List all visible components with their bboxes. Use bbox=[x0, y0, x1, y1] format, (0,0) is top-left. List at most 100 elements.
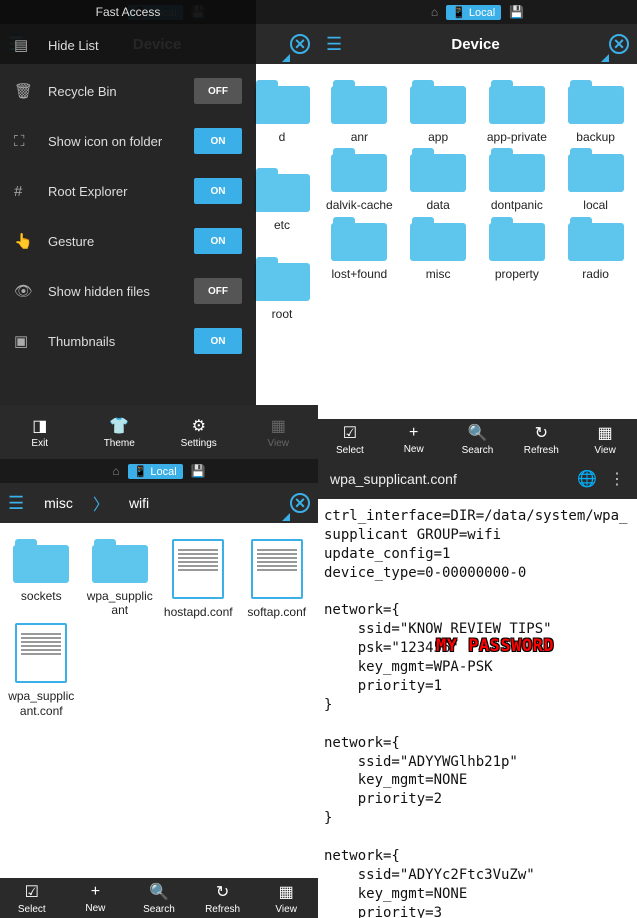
password-badge: MY PASSWORD bbox=[436, 635, 554, 658]
folder-icon bbox=[331, 80, 387, 124]
toggle[interactable]: ON bbox=[194, 178, 242, 204]
folder-label: property bbox=[495, 267, 539, 281]
gear-icon: ⚙ bbox=[192, 416, 206, 436]
panel-title: Fast Access bbox=[0, 0, 256, 24]
folder-label: radio bbox=[582, 267, 609, 281]
file-content[interactable]: ctrl_interface=DIR=/data/system/wpa_supp… bbox=[318, 499, 637, 918]
settings-button[interactable]: ⚙Settings bbox=[159, 405, 239, 459]
folder-item[interactable]: app-private bbox=[480, 80, 555, 144]
folder-item[interactable]: wpa_supplicant bbox=[83, 539, 158, 619]
menu-icon[interactable]: ☰ bbox=[326, 34, 342, 55]
globe-icon[interactable]: 🌐 bbox=[577, 469, 597, 489]
folder-label: lost+found bbox=[332, 267, 388, 281]
hidden-files-item[interactable]: 👁 Show hidden files OFF bbox=[0, 266, 256, 316]
root-explorer-item[interactable]: # Root Explorer ON bbox=[0, 166, 256, 216]
root-icon: # bbox=[14, 183, 34, 200]
toggle[interactable]: OFF bbox=[194, 278, 242, 304]
folder-icon bbox=[254, 168, 310, 212]
folder-item[interactable]: local bbox=[558, 148, 633, 212]
view-button[interactable]: ▦View bbox=[239, 405, 319, 459]
plus-icon: + bbox=[409, 424, 418, 442]
select-button[interactable]: ☑Select bbox=[318, 419, 382, 459]
folder-item[interactable]: sockets bbox=[4, 539, 79, 619]
folder-label: backup bbox=[576, 130, 615, 144]
close-icon[interactable]: × bbox=[290, 493, 310, 513]
grid-icon: ▦ bbox=[598, 423, 613, 443]
thumbnails-item[interactable]: ▣ Thumbnails ON bbox=[0, 316, 256, 366]
refresh-button[interactable]: ↻Refresh bbox=[191, 878, 255, 918]
bottom-bar: ◨Exit 👕Theme ⚙Settings ▦View bbox=[0, 405, 318, 459]
folder-item[interactable]: backup bbox=[558, 80, 633, 144]
exit-button[interactable]: ◨Exit bbox=[0, 405, 80, 459]
folder-icon bbox=[568, 217, 624, 261]
file-label: wpa_supplicant.conf bbox=[6, 689, 76, 718]
folder-item[interactable]: etc bbox=[254, 168, 310, 232]
item-label: Show icon on folder bbox=[48, 134, 194, 149]
folder-item[interactable]: data bbox=[401, 148, 476, 212]
toggle[interactable]: ON bbox=[194, 128, 242, 154]
chevron-right-icon: 〉 bbox=[93, 491, 109, 515]
folder-icon bbox=[568, 148, 624, 192]
select-icon: ☑ bbox=[343, 423, 357, 443]
folder-label: local bbox=[583, 198, 608, 212]
select-button[interactable]: ☑Select bbox=[0, 878, 64, 918]
theme-button[interactable]: 👕Theme bbox=[80, 405, 160, 459]
breadcrumb-item[interactable]: misc bbox=[24, 495, 93, 511]
folder-item[interactable]: misc bbox=[401, 217, 476, 281]
item-label: Root Explorer bbox=[48, 184, 194, 199]
refresh-icon: ↻ bbox=[535, 423, 548, 443]
gesture-item[interactable]: 👆 Gesture ON bbox=[0, 216, 256, 266]
folder-item[interactable]: property bbox=[480, 217, 555, 281]
folder-item[interactable]: radio bbox=[558, 217, 633, 281]
close-icon[interactable]: × bbox=[290, 34, 310, 54]
file-icon bbox=[172, 539, 224, 599]
view-button[interactable]: ▦View bbox=[254, 878, 318, 918]
show-icon-folder-item[interactable]: ⛶ Show icon on folder ON bbox=[0, 116, 256, 166]
folder-item[interactable]: root bbox=[254, 257, 310, 321]
folder-item[interactable]: d bbox=[254, 80, 310, 144]
folder-item[interactable]: app bbox=[401, 80, 476, 144]
item-label: Thumbnails bbox=[48, 334, 194, 349]
folder-item[interactable]: dontpanic bbox=[480, 148, 555, 212]
more-icon[interactable]: ⋮ bbox=[609, 469, 625, 489]
refresh-button[interactable]: ↻Refresh bbox=[509, 419, 573, 459]
folder-label: misc bbox=[426, 267, 451, 281]
folder-icon bbox=[489, 80, 545, 124]
folder-icon bbox=[254, 80, 310, 124]
file-item[interactable]: softap.conf bbox=[240, 539, 315, 619]
toggle[interactable]: OFF bbox=[194, 78, 242, 104]
sd-icon[interactable]: 💾 bbox=[191, 464, 206, 478]
recycle-bin-item[interactable]: 🗑 Recycle Bin OFF bbox=[0, 66, 256, 116]
new-button[interactable]: +New bbox=[64, 878, 128, 918]
home-icon[interactable]: ⌂ bbox=[431, 5, 438, 19]
new-button[interactable]: +New bbox=[382, 419, 446, 459]
item-label: Hide List bbox=[48, 38, 242, 53]
search-button[interactable]: 🔍Search bbox=[446, 419, 510, 459]
toggle[interactable]: ON bbox=[194, 328, 242, 354]
folder-item[interactable]: lost+found bbox=[322, 217, 397, 281]
thumb-icon: ▣ bbox=[14, 332, 34, 350]
file-grid: socketswpa_supplicanthostapd.conf softap.… bbox=[0, 523, 318, 878]
list-icon: ▤ bbox=[14, 36, 34, 54]
file-icon bbox=[15, 623, 67, 683]
folder-item[interactable]: dalvik-cache bbox=[322, 148, 397, 212]
folder-label: etc bbox=[274, 218, 290, 232]
hide-list-item[interactable]: ▤ Hide List bbox=[0, 24, 256, 66]
file-item[interactable]: hostapd.conf bbox=[161, 539, 236, 619]
sd-icon[interactable]: 💾 bbox=[509, 5, 524, 19]
folder-label: app-private bbox=[487, 130, 547, 144]
menu-icon[interactable]: ☰ bbox=[8, 493, 24, 514]
view-button[interactable]: ▦View bbox=[573, 419, 637, 459]
home-icon[interactable]: ⌂ bbox=[112, 464, 119, 478]
toggle[interactable]: ON bbox=[194, 228, 242, 254]
breadcrumb-item[interactable]: wifi bbox=[109, 495, 169, 511]
file-title-bar: wpa_supplicant.conf 🌐 ⋮ bbox=[318, 459, 637, 499]
folder-label: dontpanic bbox=[491, 198, 543, 212]
file-label: softap.conf bbox=[247, 605, 306, 619]
select-icon: ☑ bbox=[25, 882, 39, 902]
folder-item[interactable]: anr bbox=[322, 80, 397, 144]
item-label: Gesture bbox=[48, 234, 194, 249]
close-icon[interactable]: × bbox=[609, 34, 629, 54]
file-item[interactable]: wpa_supplicant.conf bbox=[4, 623, 79, 718]
search-button[interactable]: 🔍Search bbox=[127, 878, 191, 918]
